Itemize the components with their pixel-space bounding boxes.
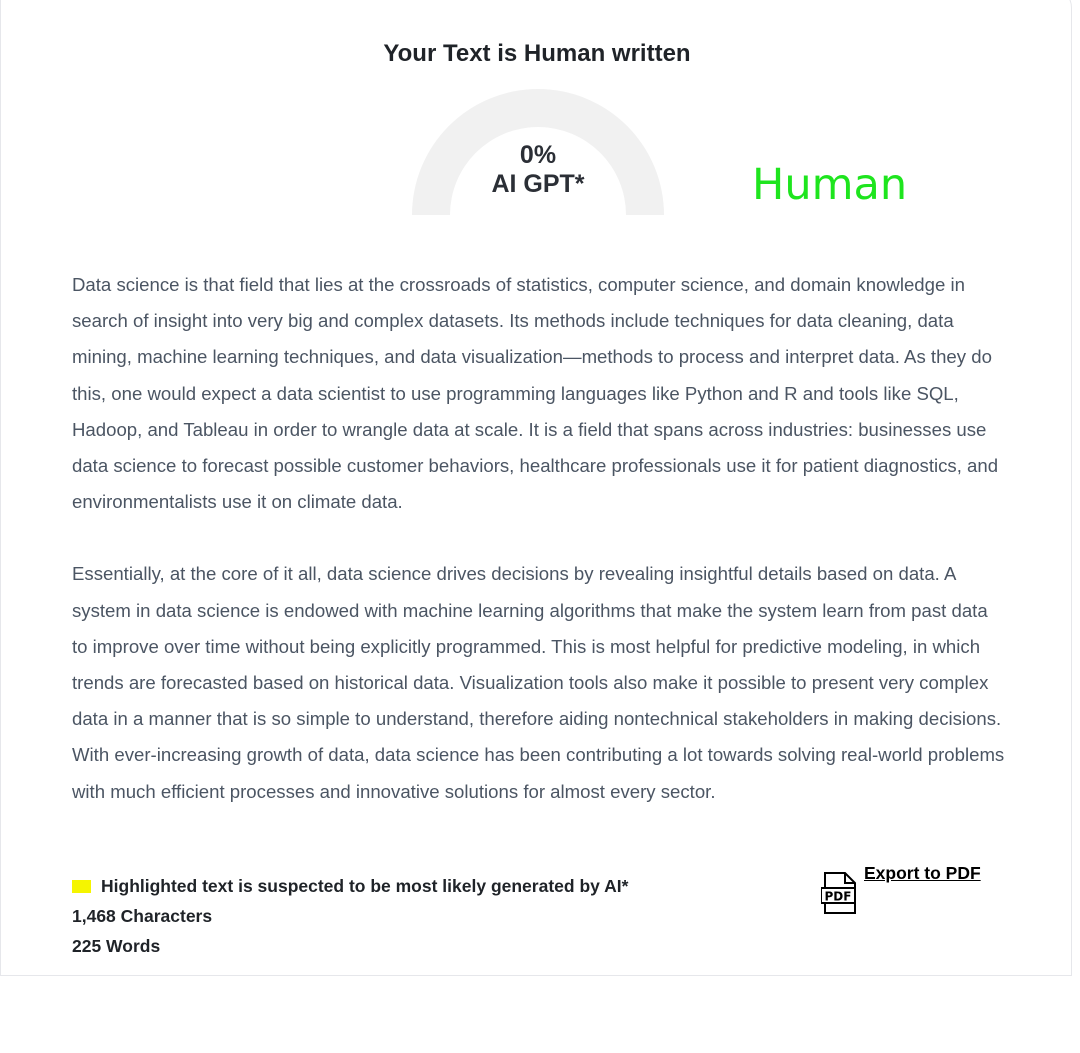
- verdict-label: Human: [752, 160, 908, 210]
- highlight-legend: Highlighted text is suspected to be most…: [72, 871, 628, 901]
- analyzed-text: Data science is that field that lies at …: [72, 267, 1007, 846]
- result-card: Your Text is Human written 0% AI GPT* Hu…: [0, 0, 1072, 976]
- stats-panel: Highlighted text is suspected to be most…: [72, 871, 628, 961]
- text-paragraph-2: Essentially, at the core of it all, data…: [72, 563, 1005, 802]
- result-title: Your Text is Human written: [383, 40, 691, 67]
- highlight-legend-text: Highlighted text is suspected to be most…: [101, 876, 629, 896]
- gauge-caption: AI GPT*: [491, 170, 585, 198]
- word-count: 225 Words: [72, 936, 161, 956]
- pdf-file-icon: PDF: [821, 872, 856, 914]
- gauge-readout: 0% AI GPT*: [412, 141, 664, 199]
- export-pdf-label[interactable]: Export to PDF: [864, 862, 981, 884]
- text-paragraph-1: Data science is that field that lies at …: [72, 274, 999, 513]
- character-count: 1,468 Characters: [72, 906, 213, 926]
- ai-gauge: 0% AI GPT*: [412, 89, 664, 215]
- export-pdf-button[interactable]: PDF Export to PDF: [821, 863, 981, 914]
- gauge-percent: 0%: [519, 141, 557, 169]
- pdf-icon-text: PDF: [825, 890, 852, 904]
- highlight-swatch: [72, 879, 91, 893]
